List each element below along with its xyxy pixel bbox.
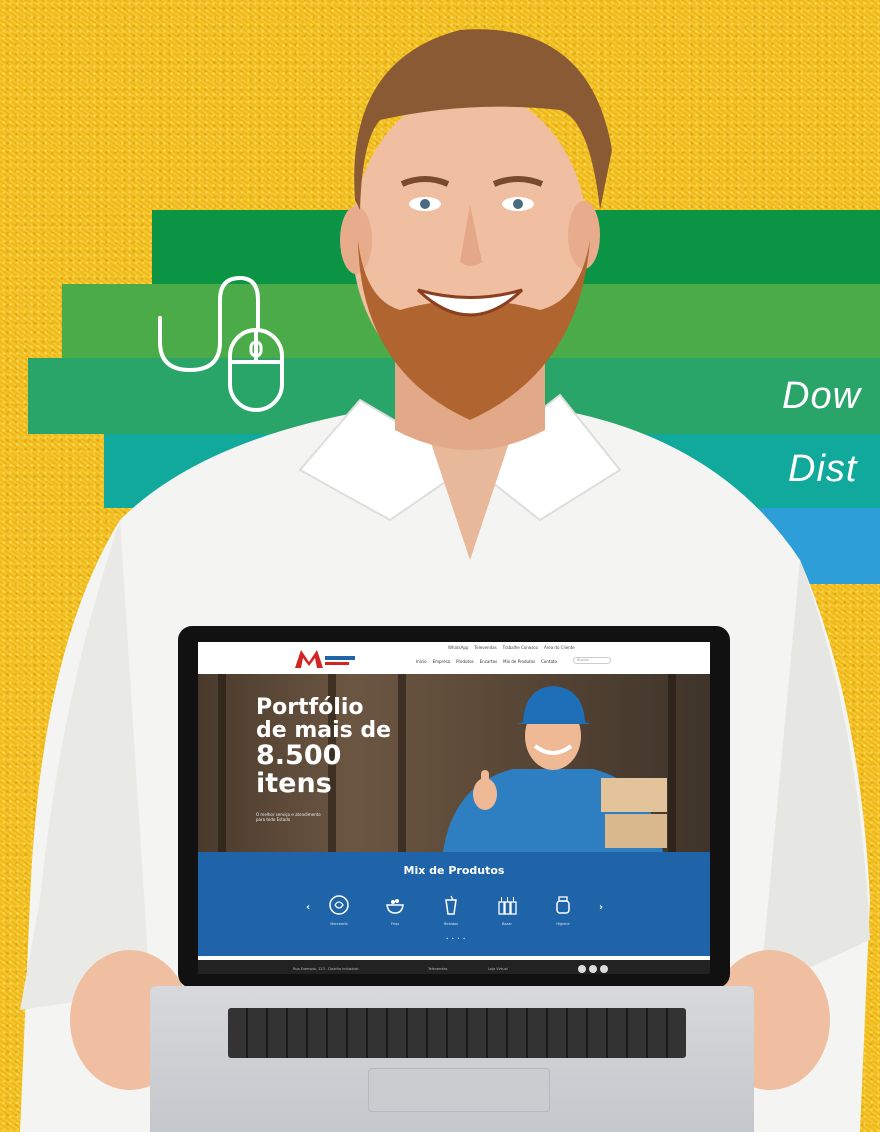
laptop-base: [150, 986, 754, 1132]
category-item[interactable]: Higiene: [546, 894, 580, 926]
bottles-icon: [498, 897, 517, 915]
footer-store-label[interactable]: Loja Virtual: [488, 967, 508, 971]
company-logo[interactable]: [293, 648, 357, 670]
footer-address: Rua Exemplo, 123 - Distrito Industrial: [293, 967, 359, 971]
site-header: WhatsApp Televendas Trabalhe Conosco Áre…: [198, 642, 710, 674]
nav-item-produtos[interactable]: Produtos: [456, 659, 474, 664]
grocery-icon: [329, 895, 349, 915]
site-footer: Rua Exemplo, 123 - Distrito Industrial T…: [198, 960, 710, 974]
facebook-icon[interactable]: [578, 965, 586, 973]
hero-title-line4: itens: [256, 768, 332, 799]
laptop-trackpad: [368, 1068, 550, 1112]
nav-item-mix[interactable]: Mix de Produtos: [503, 659, 535, 664]
category-item[interactable]: Frios: [378, 894, 412, 926]
nav-item-contato[interactable]: Contato: [541, 659, 557, 664]
nav-item-encartes[interactable]: Encartes: [480, 659, 497, 664]
util-link-televendas[interactable]: Televendas: [474, 645, 496, 650]
carousel-prev-icon[interactable]: ‹: [306, 902, 310, 913]
mix-title: Mix de Produtos: [403, 864, 505, 877]
category-label: Frios: [390, 922, 400, 926]
hero-title: Portfólio de mais de 8.500 itens: [256, 696, 391, 798]
hero-title-number: 8.500: [256, 740, 342, 771]
jar-icon: [556, 896, 570, 914]
bowl-icon: [386, 899, 404, 914]
category-label: Mercearia: [330, 922, 348, 926]
category-label: Bazar: [502, 922, 512, 926]
laptop-screen: WhatsApp Televendas Trabalhe Conosco Áre…: [178, 626, 730, 988]
drink-icon: [445, 895, 457, 915]
main-nav: Início Empresa Produtos Encartes Mix de …: [416, 659, 557, 664]
utility-links: WhatsApp Televendas Trabalhe Conosco Áre…: [448, 645, 575, 650]
hero-banner: Portfólio de mais de 8.500 itens O melho…: [198, 674, 710, 852]
footer-phone-label: Televendas: [428, 967, 448, 971]
carousel-next-icon[interactable]: ›: [599, 902, 603, 913]
laptop-keyboard: [228, 1008, 686, 1058]
instagram-icon[interactable]: [589, 965, 597, 973]
category-item[interactable]: Bazar: [490, 894, 524, 926]
util-link-trabalhe[interactable]: Trabalhe Conosco: [503, 645, 538, 650]
category-item[interactable]: Bebidas: [434, 894, 468, 926]
worker-photo: [443, 686, 667, 852]
hero-title-line2: de mais de: [256, 718, 392, 743]
nav-item-inicio[interactable]: Início: [416, 659, 427, 664]
util-link-area-cliente[interactable]: Área do Cliente: [544, 645, 575, 650]
nav-item-empresa[interactable]: Empresa: [433, 659, 451, 664]
warehouse-rack: [398, 674, 406, 852]
carousel-pager[interactable]: • • • •: [446, 936, 466, 941]
category-label: Higiene: [556, 922, 570, 926]
category-item[interactable]: Mercearia: [322, 894, 356, 926]
hero-subtitle: O melhor serviço e atendimento para todo…: [256, 812, 321, 822]
util-link-whatsapp[interactable]: WhatsApp: [448, 645, 468, 650]
category-label: Bebidas: [444, 922, 458, 926]
product-mix-section: Mix de Produtos ‹ Mercearia Frios Bebida…: [198, 852, 710, 956]
website-screenshot: WhatsApp Televendas Trabalhe Conosco Áre…: [198, 642, 710, 974]
warehouse-rack: [218, 674, 226, 852]
youtube-icon[interactable]: [600, 965, 608, 973]
search-input[interactable]: Buscar: [573, 657, 611, 664]
hero-title-line1: Portfólio: [256, 695, 364, 720]
